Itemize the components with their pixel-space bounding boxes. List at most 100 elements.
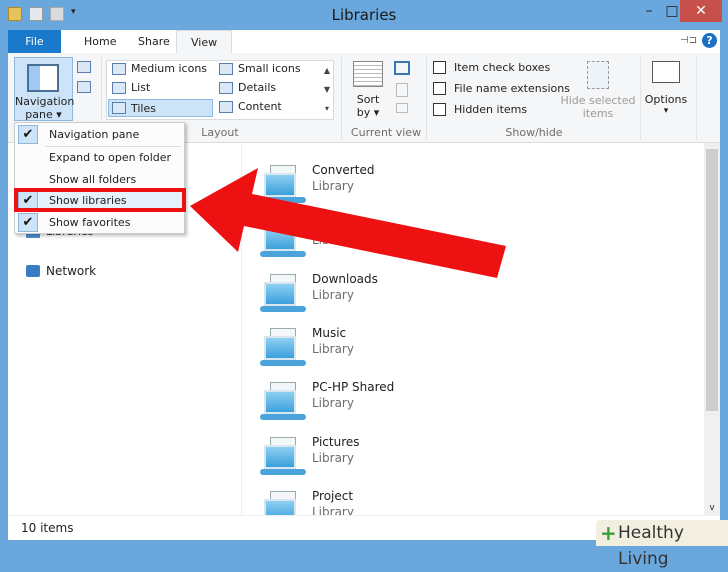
separator	[426, 57, 427, 139]
ribbon-tabs: File Home Share View ⊣⊐ ?	[8, 30, 720, 53]
library-name: Music	[312, 325, 347, 340]
navigation-pane-button[interactable]: Navigation pane ▾	[14, 57, 75, 121]
library-icon	[260, 433, 308, 477]
menu-item[interactable]: ✔ Navigation pane	[15, 124, 184, 145]
navigation-pane-icon	[27, 64, 59, 92]
library-icon	[260, 215, 308, 259]
show-hide-group-label: Show/hide	[505, 126, 563, 139]
minimize-button[interactable]: –	[636, 0, 662, 22]
check-icon: ✔	[18, 125, 38, 144]
tab-share[interactable]: Share	[124, 30, 184, 53]
label: Small icons	[238, 62, 301, 75]
highlight-box	[14, 188, 186, 212]
window-title: Libraries	[331, 6, 397, 24]
library-item[interactable]: Converted Library	[260, 159, 460, 209]
separator	[341, 57, 342, 139]
vertical-scrollbar[interactable]: v	[704, 143, 720, 515]
library-icon	[260, 378, 308, 422]
hide-selected-icon	[587, 61, 609, 89]
hide-selected-items-button[interactable]: Hide selected items	[560, 61, 636, 120]
label: Network	[46, 264, 97, 278]
menu-item-label: Show all folders	[49, 172, 137, 186]
content-icon	[219, 100, 233, 113]
options-icon	[652, 61, 680, 83]
menu-item[interactable]: Expand to open folder	[15, 147, 184, 168]
sort-by-button[interactable]: Sort by ▾	[348, 59, 388, 121]
library-item[interactable]: Pictures Library	[260, 431, 460, 481]
checkbox[interactable]	[433, 82, 446, 95]
check-icon: ✔	[18, 212, 38, 232]
library-type: Library	[312, 450, 354, 465]
scroll-down-icon[interactable]: v	[704, 503, 720, 513]
sort-icon	[353, 61, 383, 87]
options-button[interactable]: Options ▾	[644, 61, 688, 116]
label: Tiles	[131, 101, 156, 115]
current-view-group-label: Current view	[350, 126, 422, 139]
library-name: PC-HP Shared	[312, 380, 395, 395]
library-type: Library	[312, 396, 354, 411]
maximize-button[interactable]: □	[662, 0, 682, 22]
layout-tiles[interactable]: Tiles	[108, 99, 213, 117]
checkbox[interactable]	[433, 61, 446, 74]
scroll-thumb[interactable]	[706, 149, 718, 411]
label: items	[582, 107, 614, 120]
help-icon[interactable]: ?	[702, 33, 717, 48]
layout-list[interactable]: List	[112, 81, 150, 94]
options-arrow-icon: ▾	[663, 106, 669, 116]
library-icon	[260, 324, 308, 368]
tab-home[interactable]: Home	[70, 30, 130, 53]
group-by-icon[interactable]	[394, 61, 410, 75]
library-icon	[260, 270, 308, 314]
label: Content	[238, 100, 282, 113]
library-type: Library	[312, 341, 354, 356]
title-bar: ▾ Libraries – □ ✕	[0, 0, 728, 30]
close-button[interactable]: ✕	[680, 0, 722, 22]
tab-view[interactable]: View	[176, 30, 233, 53]
details-pane-icon[interactable]	[77, 81, 91, 93]
tab-file[interactable]: File	[8, 30, 61, 53]
preview-pane-icon[interactable]	[77, 61, 91, 73]
medium-icons-icon	[112, 62, 126, 75]
label: Item check boxes	[454, 61, 551, 74]
navigation-pane-label: Navigation pane ▾	[15, 95, 75, 121]
item-count: 10 items	[21, 521, 74, 535]
layout-content[interactable]: Content	[219, 100, 282, 113]
hidden-items[interactable]: Hidden items	[433, 103, 527, 116]
library-item[interactable]: PC-HP Shared Library	[260, 376, 460, 426]
pin-ribbon-icon[interactable]: ⊣⊐	[680, 35, 697, 46]
item-check-boxes[interactable]: Item check boxes	[433, 61, 550, 74]
library-item[interactable]: Documents Library	[260, 213, 460, 263]
network-icon	[26, 265, 40, 277]
label: Options	[644, 93, 688, 106]
library-type: Library	[312, 233, 354, 248]
gallery-scroll[interactable]: ▲ ▼ ▾	[321, 61, 333, 119]
layout-small-icons[interactable]: Small icons	[219, 62, 301, 75]
layout-details[interactable]: Details	[219, 81, 276, 94]
checkbox[interactable]	[433, 103, 446, 116]
layout-medium-icons[interactable]: Medium icons	[112, 62, 207, 75]
library-name: Documents	[312, 217, 381, 232]
library-type: Library	[312, 287, 354, 302]
menu-item-label: Navigation pane	[49, 128, 140, 141]
label: List	[131, 81, 151, 94]
menu-item-label: Show favorites	[49, 215, 131, 229]
watermark-text: Healthy Living	[618, 523, 684, 569]
separator	[640, 57, 641, 139]
label: Details	[238, 81, 277, 94]
size-columns-icon[interactable]	[396, 103, 408, 113]
menu-item[interactable]: Show all folders	[15, 169, 184, 190]
label: Hidden items	[454, 103, 528, 116]
sort-label: Sort	[356, 93, 380, 106]
small-icons-icon	[219, 62, 233, 75]
library-item[interactable]: Downloads Library	[260, 268, 460, 318]
tiles-icon	[112, 102, 126, 114]
library-item[interactable]: Music Library	[260, 322, 460, 372]
plus-icon: +	[600, 521, 617, 545]
nav-network[interactable]: Network	[26, 264, 96, 278]
library-name: Pictures	[312, 434, 360, 449]
file-name-extensions[interactable]: File name extensions	[433, 82, 570, 95]
separator	[696, 57, 697, 139]
library-icon	[260, 161, 308, 205]
label: File name extensions	[454, 82, 570, 95]
menu-item[interactable]: ✔ Show favorites	[15, 212, 184, 233]
